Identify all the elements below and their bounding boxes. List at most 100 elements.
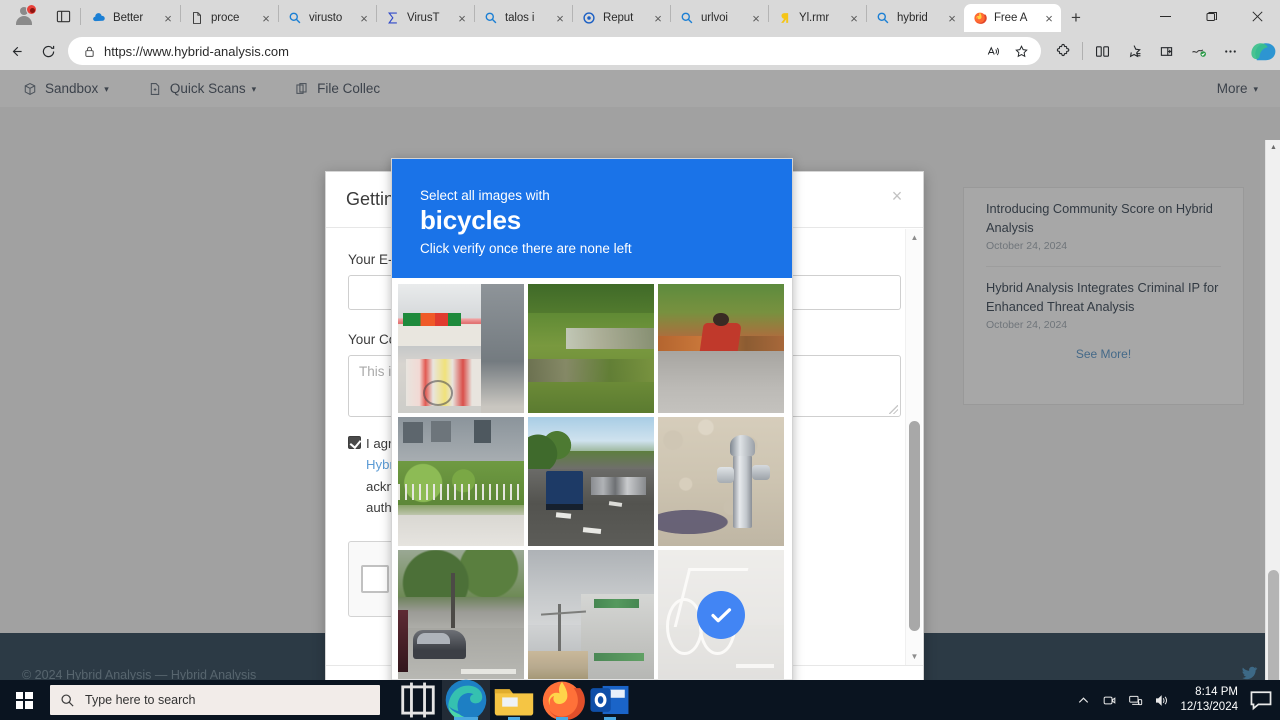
browser-tab[interactable]: virusto × bbox=[279, 4, 376, 32]
favorite-star-icon[interactable] bbox=[1007, 38, 1035, 64]
clock[interactable]: 8:14 PM 12/13/2024 bbox=[1174, 685, 1248, 715]
challenge-prompt-suffix: Click verify once there are none left bbox=[420, 240, 632, 256]
scrollbar-thumb[interactable] bbox=[909, 421, 920, 631]
back-icon[interactable] bbox=[0, 35, 32, 67]
captcha-tile-3[interactable] bbox=[658, 284, 784, 414]
tab-title: Free A bbox=[994, 12, 1028, 24]
browser-tab[interactable]: urlvoi × bbox=[671, 4, 768, 32]
address-bar[interactable]: https://www.hybrid-analysis.com bbox=[68, 37, 1041, 65]
windows-start-icon[interactable] bbox=[0, 680, 48, 720]
tab-title: Yl.rmr bbox=[799, 12, 830, 24]
volume-icon[interactable] bbox=[1148, 680, 1174, 720]
close-icon[interactable]: × bbox=[1041, 10, 1057, 26]
camera-icon[interactable] bbox=[1096, 680, 1122, 720]
captcha-tile-5[interactable] bbox=[528, 417, 654, 547]
close-icon[interactable]: × bbox=[454, 10, 470, 26]
page-scrollbar-thumb[interactable] bbox=[1268, 570, 1279, 680]
maximize-button[interactable] bbox=[1188, 0, 1234, 32]
outlook-icon[interactable] bbox=[586, 680, 634, 720]
close-icon[interactable]: × bbox=[552, 10, 568, 26]
search-icon bbox=[679, 10, 695, 26]
task-view-icon[interactable] bbox=[394, 680, 442, 720]
edge-icon[interactable] bbox=[442, 679, 490, 720]
search-icon bbox=[287, 10, 303, 26]
add-favorites-icon[interactable] bbox=[1150, 35, 1182, 67]
new-tab-button[interactable]: + bbox=[1061, 4, 1091, 32]
reload-icon[interactable] bbox=[32, 35, 64, 67]
avatar bbox=[15, 4, 37, 25]
clock-date: 12/13/2024 bbox=[1180, 701, 1238, 713]
taskbar-apps bbox=[394, 679, 634, 720]
search-icon bbox=[483, 10, 499, 26]
scroll-down-icon[interactable]: ▼ bbox=[906, 648, 923, 665]
captcha-tile-9[interactable] bbox=[658, 550, 784, 680]
dialog-scrollbar[interactable]: ▲ ▼ bbox=[905, 229, 922, 665]
captcha-tile-7[interactable] bbox=[398, 550, 524, 680]
close-icon[interactable]: × bbox=[650, 10, 666, 26]
tab-title: Reput bbox=[603, 12, 634, 24]
close-icon[interactable]: × bbox=[160, 10, 176, 26]
challenge-prompt-prefix: Select all images with bbox=[420, 188, 550, 203]
browser-tab[interactable]: hybrid × bbox=[867, 4, 964, 32]
challenge-grid bbox=[398, 284, 784, 680]
close-icon[interactable]: × bbox=[748, 10, 764, 26]
more-options-icon[interactable] bbox=[1214, 35, 1246, 67]
challenge-grid-wrapper bbox=[392, 278, 792, 680]
close-icon[interactable]: × bbox=[846, 10, 862, 26]
file-explorer-icon[interactable] bbox=[490, 680, 538, 720]
browser-tab[interactable]: Better × bbox=[83, 4, 180, 32]
agree-checkbox[interactable] bbox=[348, 436, 361, 449]
page-scroll-up-icon[interactable]: ▲ bbox=[1266, 140, 1280, 155]
search-icon bbox=[875, 10, 891, 26]
recaptcha-challenge-dialog: Select all images with bicycles Click ve… bbox=[391, 158, 793, 680]
collections-icon[interactable] bbox=[1118, 35, 1150, 67]
dialog-title: Gettin bbox=[346, 189, 395, 209]
browser-tab[interactable]: Yl.rmr × bbox=[769, 4, 866, 32]
yandex-icon bbox=[777, 10, 793, 26]
notification-icon[interactable] bbox=[1248, 680, 1274, 720]
search-placeholder: Type here to search bbox=[85, 693, 196, 707]
browser-toolbar: https://www.hybrid-analysis.com bbox=[0, 32, 1280, 70]
close-icon[interactable]: × bbox=[356, 10, 372, 26]
window-controls bbox=[1142, 0, 1280, 32]
search-input[interactable]: Type here to search bbox=[50, 685, 380, 715]
network-icon[interactable] bbox=[1122, 680, 1148, 720]
resize-handle-icon[interactable] bbox=[889, 405, 898, 414]
captcha-tile-2[interactable] bbox=[528, 284, 654, 414]
scroll-up-icon[interactable]: ▲ bbox=[906, 229, 923, 246]
tab-title: VirusT bbox=[407, 12, 440, 24]
captcha-tile-4[interactable] bbox=[398, 417, 524, 547]
screen: Better × proce × virusto × VirusT × talos i × Repu… bbox=[0, 0, 1280, 720]
recaptcha-checkbox[interactable] bbox=[361, 564, 389, 593]
profile-avatar[interactable] bbox=[0, 0, 48, 32]
close-icon[interactable]: × bbox=[258, 10, 274, 26]
captcha-tile-6[interactable] bbox=[658, 417, 784, 547]
browser-tab[interactable]: Reput × bbox=[573, 4, 670, 32]
browser-tab[interactable]: proce × bbox=[181, 4, 278, 32]
close-icon[interactable]: × bbox=[944, 10, 960, 26]
browser-tab-active[interactable]: Free A × bbox=[964, 4, 1061, 32]
tabs-container: Better × proce × virusto × VirusT × talos i × Repu… bbox=[83, 0, 1142, 32]
show-hidden-icons[interactable] bbox=[1070, 680, 1096, 720]
read-aloud-icon[interactable] bbox=[979, 38, 1007, 64]
captcha-tile-8[interactable] bbox=[528, 550, 654, 680]
minimize-button[interactable] bbox=[1142, 0, 1188, 32]
cloud-icon bbox=[91, 10, 107, 26]
browser-tab[interactable]: talos i × bbox=[475, 4, 572, 32]
split-screen-icon[interactable] bbox=[1086, 35, 1118, 67]
firefox-icon[interactable] bbox=[538, 680, 586, 720]
page-scrollbar[interactable]: ▲ ▼ bbox=[1265, 140, 1280, 680]
close-icon[interactable]: × bbox=[885, 184, 909, 208]
extensions-icon[interactable] bbox=[1047, 35, 1079, 67]
browser-essentials-icon[interactable] bbox=[1182, 35, 1214, 67]
clock-time: 8:14 PM bbox=[1195, 685, 1238, 698]
tile-selected-check-icon bbox=[697, 590, 745, 639]
divider bbox=[1082, 42, 1083, 60]
captcha-tile-1[interactable] bbox=[398, 284, 524, 414]
page-viewport: Sandbox ▾ Quick Scans ▾ File Collec More ▾ Int… bbox=[0, 70, 1280, 680]
close-window-button[interactable] bbox=[1234, 0, 1280, 32]
tab-actions-icon[interactable] bbox=[48, 0, 78, 32]
browser-tab[interactable]: VirusT × bbox=[377, 4, 474, 32]
copilot-icon[interactable] bbox=[1246, 35, 1280, 67]
profile-alert-badge bbox=[26, 4, 37, 15]
